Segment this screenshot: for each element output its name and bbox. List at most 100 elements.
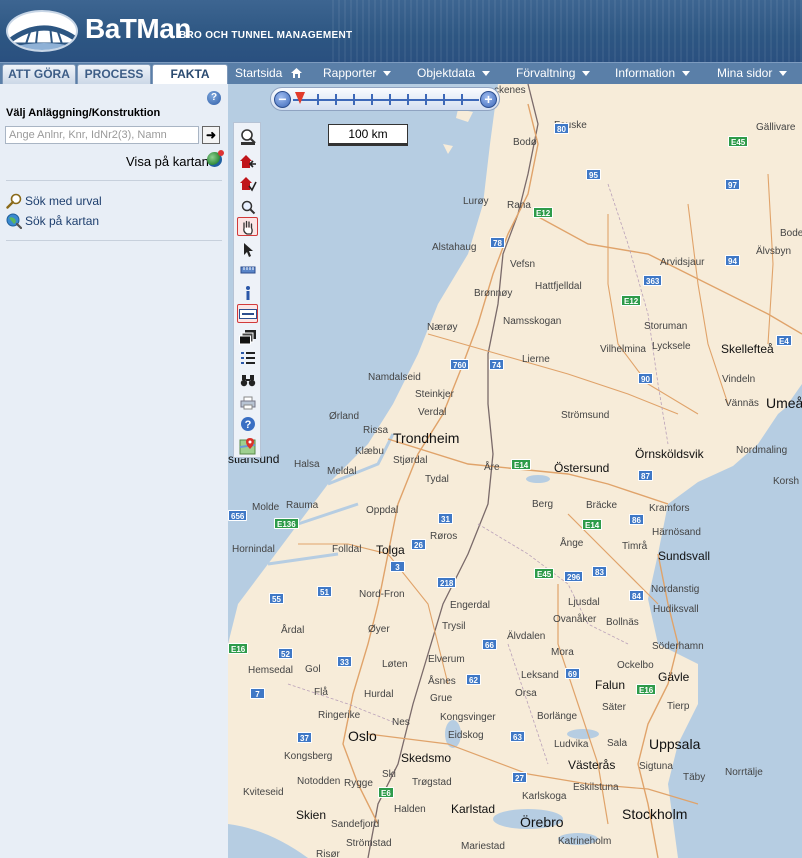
map-label: Täby bbox=[683, 772, 706, 783]
road-shield: 78 bbox=[490, 237, 505, 248]
coordinate-tool[interactable] bbox=[237, 304, 258, 323]
map-label: Kramfors bbox=[649, 503, 690, 514]
nav-objektdata[interactable]: Objektdata bbox=[417, 63, 491, 85]
zoom-tick bbox=[407, 94, 409, 105]
road-shield: E12 bbox=[533, 207, 554, 218]
map-label: Mora bbox=[551, 647, 574, 658]
zoom-tool[interactable] bbox=[237, 197, 258, 216]
road-shield: 69 bbox=[565, 668, 580, 679]
facility-search-input[interactable] bbox=[5, 126, 199, 144]
zoom-tick bbox=[443, 94, 445, 105]
map-label: Karlstad bbox=[451, 802, 496, 816]
zoom-tick bbox=[389, 94, 391, 105]
next-extent-tool[interactable] bbox=[237, 174, 258, 193]
zoom-slider[interactable]: − + bbox=[270, 87, 500, 111]
nav-mina-sidor[interactable]: Mina sidor bbox=[717, 63, 788, 85]
nav-information-label: Information bbox=[615, 66, 676, 80]
map-label: Risør bbox=[316, 849, 340, 858]
bridge-logo-icon[interactable] bbox=[6, 10, 78, 52]
zoom-track[interactable] bbox=[293, 99, 479, 101]
nav-rapporter[interactable]: Rapporter bbox=[323, 63, 392, 85]
road-shield: 363 bbox=[643, 275, 663, 286]
map-help-tool[interactable]: ? bbox=[237, 414, 258, 433]
road-shield: 7 bbox=[250, 688, 265, 699]
layers-tool[interactable] bbox=[237, 327, 258, 346]
external-map-tool[interactable] bbox=[237, 436, 258, 455]
map-label: Trysil bbox=[442, 621, 466, 632]
road-shield: 760 bbox=[450, 359, 470, 370]
map-label: Verdal bbox=[418, 407, 447, 418]
left-panel: ? Välj Anläggning/Konstruktion ➜ Visa på… bbox=[0, 84, 228, 858]
map-label: Engerdal bbox=[450, 600, 491, 611]
nav-startsida[interactable]: Startsida bbox=[235, 63, 302, 85]
road-shield: 296 bbox=[564, 571, 584, 582]
tab-process[interactable]: PROCESS bbox=[77, 64, 151, 85]
legend-tool[interactable] bbox=[237, 348, 258, 367]
map-label: Brønnøy bbox=[474, 288, 513, 299]
find-tool[interactable] bbox=[237, 370, 258, 389]
pointer-icon bbox=[243, 242, 253, 257]
road-shield: 26 bbox=[411, 539, 426, 550]
map-label: Vindeln bbox=[722, 374, 756, 385]
info-tool[interactable] bbox=[237, 283, 258, 302]
map-label: Borlänge bbox=[537, 711, 578, 722]
help-icon[interactable]: ? bbox=[207, 91, 221, 105]
svg-text:?: ? bbox=[244, 419, 251, 431]
nav-forvaltning[interactable]: Förvaltning bbox=[516, 63, 591, 85]
map-label: Älvsbyn bbox=[756, 246, 792, 257]
map-label: Strömstad bbox=[346, 838, 392, 849]
select-tool[interactable] bbox=[237, 240, 258, 259]
search-go-button[interactable]: ➜ bbox=[202, 126, 220, 144]
map-label: Kongsvinger bbox=[440, 712, 496, 723]
map-label: Bode bbox=[780, 228, 802, 239]
map-label: Øyer bbox=[368, 624, 390, 635]
map-label: Ski bbox=[382, 769, 396, 780]
road-shield: 3 bbox=[390, 561, 405, 572]
map-label: Rana bbox=[507, 200, 531, 211]
zoom-in-button[interactable]: + bbox=[480, 91, 497, 108]
zoom-tick bbox=[317, 94, 319, 105]
globe-icon[interactable] bbox=[207, 150, 224, 167]
road-shield: E16 bbox=[228, 643, 249, 654]
road-shield: E12 bbox=[621, 295, 642, 306]
map-label: Berg bbox=[532, 499, 554, 510]
map-search-icon bbox=[6, 213, 22, 229]
map-label: Lierne bbox=[522, 354, 550, 365]
map-label: Oppdal bbox=[366, 505, 399, 516]
map-pin-icon bbox=[239, 437, 255, 454]
map-label: Östersund bbox=[554, 461, 610, 475]
search-with-filter-link[interactable]: Sök med urval bbox=[25, 194, 102, 208]
map-label: Skien bbox=[296, 808, 327, 822]
map-label: Västerås bbox=[568, 758, 616, 772]
map-label: Nærøy bbox=[427, 322, 458, 333]
tab-att-gora[interactable]: ATT GÖRA bbox=[2, 64, 76, 85]
map-label: Tierp bbox=[667, 701, 690, 712]
map-label: Örebro bbox=[520, 814, 564, 830]
zoom-out-button[interactable]: − bbox=[274, 91, 291, 108]
zoom-full-extent-tool[interactable] bbox=[237, 127, 258, 146]
road-shield: 33 bbox=[337, 656, 352, 667]
search-on-map-link[interactable]: Sök på kartan bbox=[25, 214, 99, 228]
map-label: Trøgstad bbox=[412, 777, 452, 788]
map-label: Nes bbox=[392, 717, 410, 728]
map-label: Korsh bbox=[773, 476, 800, 487]
previous-extent-tool[interactable] bbox=[237, 152, 258, 171]
map-label: Karlskoga bbox=[522, 791, 567, 802]
map-label: Sundsvall bbox=[658, 549, 711, 563]
map-label: Flå bbox=[314, 687, 328, 698]
map-label: Namdalseid bbox=[368, 372, 421, 383]
pan-tool[interactable] bbox=[237, 217, 258, 236]
show-on-map-link[interactable]: Visa på kartan bbox=[126, 154, 209, 169]
map-view[interactable]: ckenes Fauske Gällivare Bodø Bode Rana L… bbox=[228, 84, 802, 858]
print-tool[interactable] bbox=[237, 393, 258, 412]
map-label: Åsnes bbox=[428, 676, 456, 687]
tab-fakta[interactable]: FAKTA bbox=[152, 64, 228, 86]
map-label: Vefsn bbox=[510, 259, 536, 270]
map-label: Katrineholm bbox=[558, 836, 612, 847]
map-label: Trondheim bbox=[393, 430, 460, 446]
road-shield: E6 bbox=[378, 787, 394, 798]
map-label: Umeå bbox=[766, 395, 802, 411]
measure-tool[interactable] bbox=[237, 260, 258, 279]
nav-information[interactable]: Information bbox=[615, 63, 691, 85]
zoom-handle[interactable] bbox=[295, 92, 305, 104]
